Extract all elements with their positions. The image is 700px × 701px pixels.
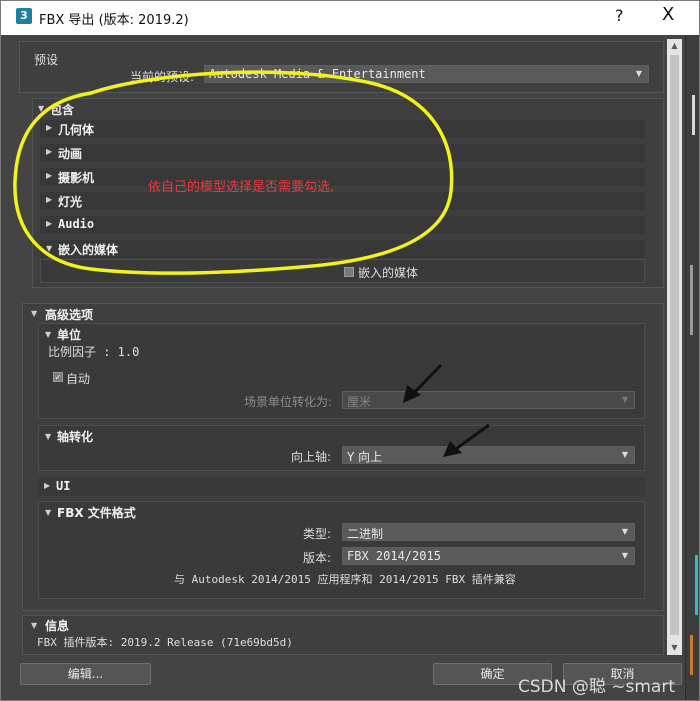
highlight-ellipse <box>13 70 454 275</box>
fbx-export-dialog: 3 FBX 导出 (版本: 2019.2) ? X ▲ ▼ 预设 当前的预设: … <box>0 0 700 701</box>
pointer-arrow-axis <box>452 423 490 453</box>
annotation-overlay <box>13 70 490 457</box>
watermark: CSDN @聪 ~smart <box>518 677 676 697</box>
annotation-note: 依自己的模型选择是否需要勾选, <box>148 180 335 195</box>
pointer-arrow-axis-head <box>443 441 462 457</box>
